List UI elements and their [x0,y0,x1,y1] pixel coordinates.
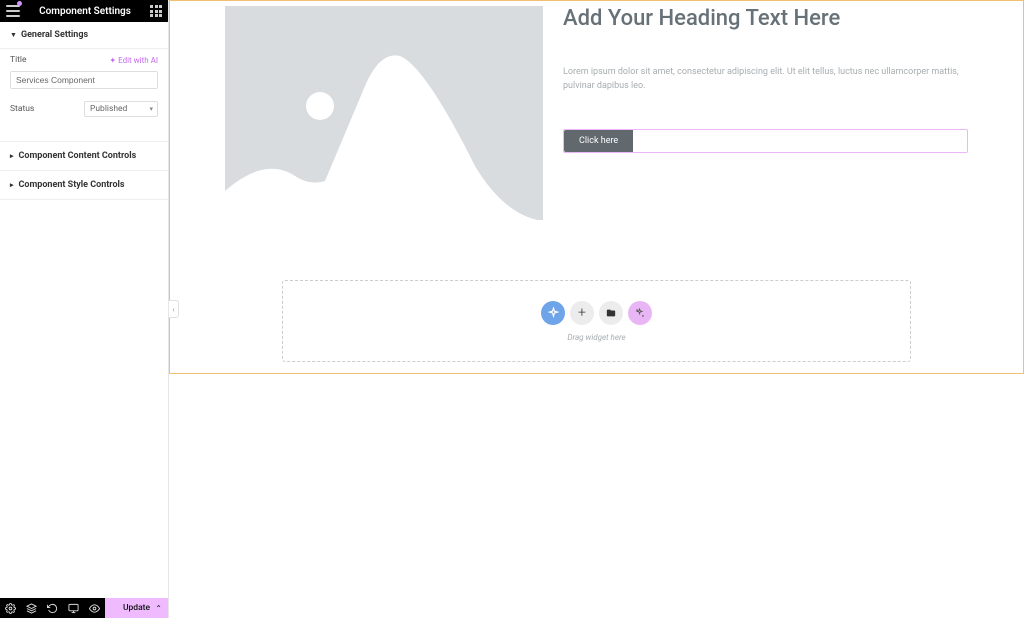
status-select[interactable]: Published ▾ [84,101,158,117]
update-button[interactable]: Update ⌃ [105,598,168,618]
navigator-icon[interactable] [21,598,42,618]
caret-down-icon: ▼ [10,31,17,39]
widgets-grid-icon[interactable] [150,5,162,17]
add-section-sparkle-icon[interactable] [628,301,652,325]
cta-button[interactable]: Click here [564,130,633,152]
history-icon[interactable] [42,598,63,618]
chevron-down-icon: ▾ [149,105,153,113]
image-placeholder[interactable] [225,6,543,220]
page-section[interactable]: Add Your Heading Text Here Lorem ipsum d… [169,0,1024,374]
menu-icon[interactable] [6,4,20,18]
status-label: Status [10,104,34,114]
body-text[interactable]: Lorem ipsum dolor sit amet, consectetur … [563,66,968,93]
section-label: Component Style Controls [19,180,125,190]
edit-with-ai-link[interactable]: ✦ Edit with AI [109,56,158,65]
settings-icon[interactable] [0,598,21,618]
heading-text[interactable]: Add Your Heading Text Here [563,6,968,31]
section-content-controls[interactable]: ▸ Component Content Controls [0,141,168,171]
title-label: Title [10,55,27,65]
responsive-icon[interactable] [63,598,84,618]
section-general-settings[interactable]: ▼ General Settings [0,22,168,49]
sparkle-icon: ✦ [109,56,116,65]
add-section-folder-icon[interactable] [599,301,623,325]
button-widget-selected[interactable]: Click here [563,129,968,153]
status-value: Published [90,104,127,114]
add-section-ai-icon[interactable] [541,301,565,325]
panel-title: Component Settings [20,6,150,17]
collapse-panel-handle[interactable]: ‹ [169,300,179,318]
caret-right-icon: ▸ [10,181,14,189]
drop-hint-text: Drag widget here [567,333,625,342]
section-label: General Settings [21,30,88,40]
caret-right-icon: ▸ [10,152,14,160]
section-label: Component Content Controls [19,151,137,161]
drop-zone[interactable]: + Drag widget here [282,280,911,362]
chevron-up-icon[interactable]: ⌃ [155,604,162,613]
section-style-controls[interactable]: ▸ Component Style Controls [0,171,168,200]
bottom-toolbar: Update ⌃ [0,598,168,618]
add-section-plus-icon[interactable]: + [570,301,594,325]
title-input[interactable] [10,71,158,89]
preview-icon[interactable] [84,598,105,618]
